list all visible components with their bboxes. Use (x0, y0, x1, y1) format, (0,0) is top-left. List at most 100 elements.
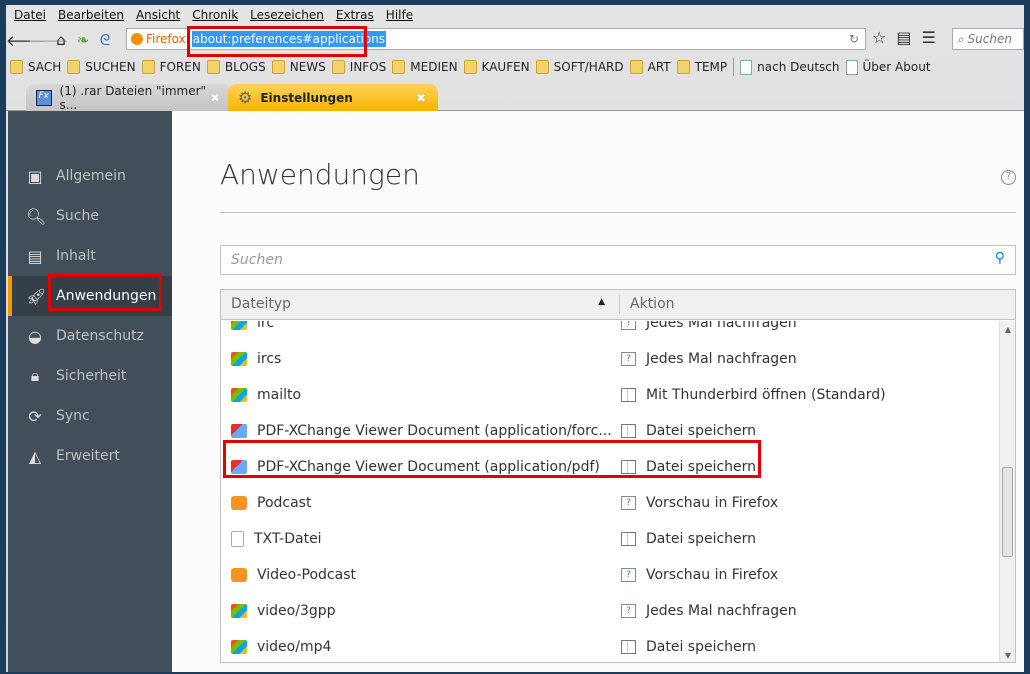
bookmark-item[interactable]: Über About (845, 59, 931, 75)
column-aktion[interactable]: Aktion (619, 295, 685, 314)
folder-icon (676, 60, 690, 74)
scroll-thumb[interactable] (1002, 467, 1013, 557)
menu-bearbeiten[interactable]: Bearbeiten (58, 8, 124, 26)
url-bar[interactable]: Firefox about:preferences#applications ↻ (126, 28, 866, 50)
bookmark-item[interactable]: NEWS (271, 60, 326, 74)
tab-label: (1) .rar Dateien "immer" s... (59, 83, 207, 112)
table-row[interactable]: irc ? Jedes Mal nachfragen (221, 321, 1001, 341)
reading-list-icon[interactable]: ▤ (896, 28, 911, 47)
scroll-up-icon[interactable]: ▲ (1000, 325, 1015, 334)
reload-icon[interactable]: ↻ (849, 32, 859, 46)
bookmark-item[interactable]: FOREN (141, 60, 201, 74)
filter-search-input[interactable]: Suchen ⚲ (220, 245, 1016, 275)
bookmark-item[interactable]: SUCHEN (67, 60, 136, 74)
sidebar-item-allgemein[interactable]: ▣ Allgemein (8, 156, 172, 196)
ask-icon: ? (621, 352, 636, 366)
category-icon: 🔍︎ (26, 206, 47, 226)
table-row[interactable]: video/mp4 Datei speichern (221, 629, 1001, 662)
table-row[interactable]: mailto Mit Thunderbird öffnen (Standard) (221, 377, 1001, 413)
tab-rar-dateien[interactable]: Fx (1) .rar Dateien "immer" s... ✖ (26, 83, 232, 112)
sidebar-item-inhalt[interactable]: ▤ Inhalt (8, 236, 172, 276)
sort-ascending-icon: ▲ (598, 297, 605, 307)
menu-chronik[interactable]: Chronik (192, 8, 238, 26)
action-select[interactable]: Datei speichern (621, 639, 756, 655)
home-icon[interactable]: ⌂ (50, 31, 72, 49)
folder-icon (629, 60, 643, 74)
identity-box[interactable]: Firefox (131, 32, 186, 46)
page-icon (845, 59, 858, 75)
action-select[interactable]: ? Jedes Mal nachfragen (621, 603, 797, 619)
filetype-icon (231, 496, 247, 510)
menu-ansicht[interactable]: Ansicht (136, 8, 180, 26)
close-tab-icon[interactable]: ✖ (210, 91, 220, 105)
menu-extras[interactable]: Extras (336, 8, 374, 26)
close-tab-icon[interactable]: ✖ (416, 91, 426, 105)
sidebar-item-suche[interactable]: 🔍︎ Suche (8, 196, 172, 236)
url-text[interactable]: about:preferences#applications (191, 31, 387, 47)
action-select[interactable]: Datei speichern (621, 423, 756, 439)
hamburger-menu-icon[interactable]: ☰ (921, 28, 935, 47)
table-row[interactable]: PDF-XChange Viewer Document (application… (221, 413, 1001, 449)
bookmark-item[interactable]: BLOGS (206, 60, 266, 74)
table-row[interactable]: Podcast ? Vorschau in Firefox (221, 485, 1001, 521)
bookmark-item[interactable]: SACH (10, 60, 61, 74)
sidebar-item-erweitert[interactable]: ◭ Erweitert (8, 436, 172, 476)
sidebar-item-datenschutz[interactable]: ◒ Datenschutz (8, 316, 172, 356)
folder-icon (271, 60, 285, 74)
filetype-icon (231, 388, 247, 402)
bookmark-label: SACH (28, 60, 62, 74)
bookmark-star-icon[interactable]: ☆ (872, 28, 886, 47)
bookmark-item[interactable]: TEMP (676, 60, 727, 74)
sidebar-item-anwendungen[interactable]: 🚀︎ Anwendungen (8, 276, 172, 316)
help-icon[interactable]: ? (1001, 170, 1016, 185)
scrollbar[interactable]: ▲ ▼ (999, 321, 1015, 662)
table-row[interactable]: Video-Podcast ? Vorschau in Firefox (221, 557, 1001, 593)
category-icon: 🔒︎ (30, 366, 40, 385)
sidebar-item-sicherheit[interactable]: 🔒︎ Sicherheit (8, 356, 172, 396)
column-dateityp[interactable]: Dateityp ▲ (221, 290, 619, 319)
folder-icon (463, 60, 477, 74)
scroll-down-icon[interactable]: ▼ (1000, 651, 1015, 660)
forward-icon[interactable]: 🡒 (28, 31, 68, 50)
table-row[interactable]: video/3gpp ? Jedes Mal nachfragen (221, 593, 1001, 629)
menu-datei[interactable]: Datei (14, 8, 46, 26)
bookmark-item[interactable]: ART (629, 60, 671, 74)
tab-einstellungen[interactable]: ⚙ Einstellungen ✖ (228, 84, 438, 111)
sidebar-item-label: Erweitert (56, 448, 120, 464)
menu-hilfe[interactable]: Hilfe (386, 8, 413, 26)
action-select[interactable]: Datei speichern (621, 531, 756, 547)
bookmark-item[interactable]: INFOS (331, 60, 386, 74)
ask-icon: ? (621, 321, 636, 330)
action-select[interactable]: Datei speichern (621, 459, 756, 475)
filetype-label: TXT-Datei (254, 531, 322, 547)
folder-icon (206, 60, 220, 74)
action-select[interactable]: ? Jedes Mal nachfragen (621, 321, 797, 331)
table-row[interactable]: TXT-Datei Datei speichern (221, 521, 1001, 557)
leaf-icon[interactable]: ❧ (72, 31, 94, 49)
bookmark-item[interactable]: KAUFEN (463, 60, 530, 74)
menu-lesezeichen[interactable]: Lesezeichen (250, 8, 324, 26)
bookmark-item[interactable]: MEDIEN (392, 60, 458, 74)
addon-icon[interactable]: ᘓ (94, 31, 116, 49)
category-icon: ▤ (27, 246, 43, 266)
tab-label: Einstellungen (260, 90, 353, 105)
bookmark-label: ART (647, 60, 671, 74)
action-select[interactable]: Mit Thunderbird öffnen (Standard) (621, 387, 886, 403)
sidebar-item-sync[interactable]: ⟳ Sync (8, 396, 172, 436)
action-select[interactable]: ? Vorschau in Firefox (621, 495, 778, 511)
bookmark-item[interactable]: nach Deutsch (740, 59, 840, 75)
bookmark-item[interactable]: SOFT/HARD (535, 60, 624, 74)
filetype-icon (231, 640, 247, 654)
table-row[interactable]: PDF-XChange Viewer Document (application… (221, 449, 1001, 485)
search-bar[interactable]: ⌕ Suchen (952, 28, 1024, 50)
folder-icon (67, 60, 81, 74)
bookmark-label: nach Deutsch (757, 60, 840, 74)
save-icon (621, 388, 636, 402)
action-select[interactable]: ? Jedes Mal nachfragen (621, 351, 797, 367)
table-row[interactable]: ircs ? Jedes Mal nachfragen (221, 341, 1001, 377)
filetype-icon (231, 568, 247, 582)
back-icon[interactable]: 🡐 (6, 31, 46, 50)
action-select[interactable]: ? Vorschau in Firefox (621, 567, 778, 583)
save-icon (621, 460, 636, 474)
applications-pane: Anwendungen ? Suchen ⚲ Dateityp ▲ Aktion i… (220, 111, 1024, 672)
